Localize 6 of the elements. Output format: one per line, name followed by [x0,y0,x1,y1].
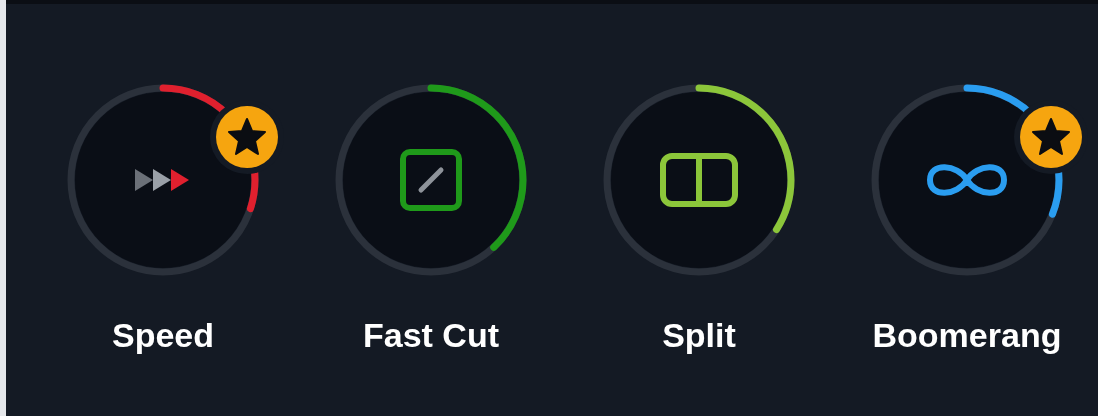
effect-label: Split [662,316,736,355]
effect-label: Fast Cut [363,316,499,355]
effect-label: Speed [111,316,214,355]
effect-label: Boomerang [872,316,1062,355]
split-screen-icon [659,152,739,208]
cut-square-icon [399,148,463,212]
